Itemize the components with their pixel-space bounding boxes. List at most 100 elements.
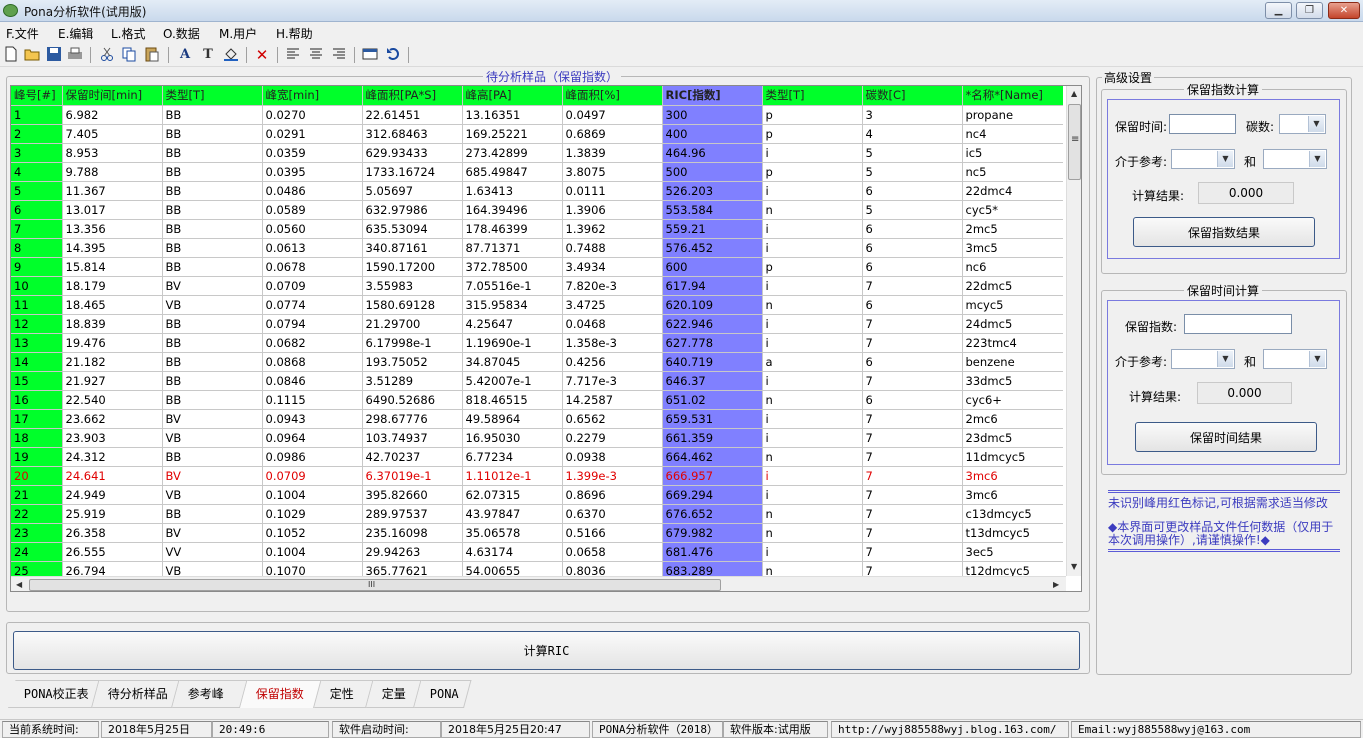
table-row[interactable]: 18 23.903 VB 0.0964 103.74937 16.95030 0.2279 6… [11,428,1063,448]
table-cell[interactable]: 22.61451 [362,105,463,125]
fill-color-icon[interactable] [222,46,240,64]
table-cell[interactable]: 13.017 [62,200,163,220]
table-cell[interactable]: 298.67776 [362,409,463,429]
font-icon[interactable]: A [176,46,194,64]
table-cell[interactable]: 7 [862,542,963,562]
peak-number-cell[interactable]: 17 [11,409,63,429]
table-cell[interactable]: 632.97986 [362,200,463,220]
menu-help[interactable]: H.帮助 [276,25,313,42]
table-cell[interactable]: BB [162,143,263,163]
table-cell[interactable]: n [762,447,863,467]
peak-number-cell[interactable]: 25 [11,561,63,576]
ri-ref-select-2[interactable]: ▼ [1263,149,1327,169]
align-right-icon[interactable] [330,46,348,64]
column-header[interactable]: 类型[T] [162,86,263,106]
copy-icon[interactable] [120,46,138,64]
table-cell[interactable]: 683.289 [662,561,763,576]
table-row[interactable]: 12 18.839 BB 0.0794 21.29700 4.25647 0.0468 622… [11,314,1063,334]
ri-input[interactable] [1184,314,1292,334]
table-cell[interactable]: 7 [862,314,963,334]
table-cell[interactable]: 5 [862,162,963,182]
table-cell[interactable]: 0.8036 [562,561,663,576]
peak-number-cell[interactable]: 12 [11,314,63,334]
table-cell[interactable]: 1.3906 [562,200,663,220]
table-cell[interactable]: 0.0658 [562,542,663,562]
save-icon[interactable] [45,46,63,64]
table-cell[interactable]: 0.1004 [262,485,363,505]
table-cell[interactable]: 3ec5 [962,542,1063,562]
table-cell[interactable]: 559.21 [662,219,763,239]
table-cell[interactable]: 7.717e-3 [562,371,663,391]
column-header[interactable]: 峰高[PA] [462,86,563,106]
table-cell[interactable]: 2mc6 [962,409,1063,429]
table-row[interactable]: 8 14.395 BB 0.0613 340.87161 87.71371 0.7488 57… [11,238,1063,258]
peak-number-cell[interactable]: 21 [11,485,63,505]
minimize-button[interactable]: ▁ [1265,2,1292,19]
table-cell[interactable]: 1.358e-3 [562,333,663,353]
table-cell[interactable]: 340.87161 [362,238,463,258]
tab-qualitative[interactable]: 定性 [314,680,374,708]
table-cell[interactable]: i [762,143,863,163]
table-cell[interactable]: 9.788 [62,162,163,182]
paste-icon[interactable] [143,46,161,64]
table-cell[interactable]: 15.814 [62,257,163,277]
table-cell[interactable]: 24.641 [62,466,163,486]
table-cell[interactable]: 635.53094 [362,219,463,239]
table-cell[interactable]: 6 [862,295,963,315]
table-cell[interactable]: 1580.69128 [362,295,463,315]
table-cell[interactable]: 7.820e-3 [562,276,663,296]
table-cell[interactable]: VB [162,295,263,315]
table-row[interactable]: 10 18.179 BV 0.0709 3.55983 7.05516e-1 7.820e-… [11,276,1063,296]
table-cell[interactable]: 0.0986 [262,447,363,467]
table-cell[interactable]: VB [162,428,263,448]
table-cell[interactable]: 18.465 [62,295,163,315]
table-cell[interactable]: 273.42899 [462,143,563,163]
column-header[interactable]: 类型[T] [762,86,863,106]
column-header[interactable]: RIC[指数] [662,86,763,106]
table-cell[interactable]: n [762,504,863,524]
table-cell[interactable]: 0.1004 [262,542,363,562]
table-cell[interactable]: nc6 [962,257,1063,277]
table-cell[interactable]: 25.919 [62,504,163,524]
table-cell[interactable]: BB [162,257,263,277]
table-cell[interactable]: 3.8075 [562,162,663,182]
maximize-button[interactable]: ❐ [1296,2,1323,19]
table-cell[interactable]: 659.531 [662,409,763,429]
table-cell[interactable]: 0.0964 [262,428,363,448]
table-cell[interactable]: 0.0589 [262,200,363,220]
menu-format[interactable]: L.格式 [111,25,146,42]
table-cell[interactable]: 500 [662,162,763,182]
column-header[interactable]: 峰宽[min] [262,86,363,106]
table-row[interactable]: 5 11.367 BB 0.0486 5.05697 1.63413 0.0111 526.2… [11,181,1063,201]
ri-ref-select-1[interactable]: ▼ [1171,149,1235,169]
table-cell[interactable]: BV [162,523,263,543]
horizontal-scroll-thumb[interactable]: III [29,579,721,591]
peak-number-cell[interactable]: 9 [11,257,63,277]
table-cell[interactable]: mcyc5 [962,295,1063,315]
table-cell[interactable]: 4 [862,124,963,144]
table-cell[interactable]: BB [162,162,263,182]
table-cell[interactable]: 0.0709 [262,276,363,296]
peak-number-cell[interactable]: 15 [11,371,63,391]
scroll-up-icon[interactable]: ▲ [1071,89,1077,98]
table-cell[interactable]: t13dmcyc5 [962,523,1063,543]
table-cell[interactable]: ic5 [962,143,1063,163]
table-cell[interactable]: 3mc6 [962,485,1063,505]
table-cell[interactable]: 3.51289 [362,371,463,391]
print-icon[interactable] [66,46,84,64]
table-cell[interactable]: 0.0682 [262,333,363,353]
table-cell[interactable]: 1733.16724 [362,162,463,182]
table-cell[interactable]: i [762,276,863,296]
table-cell[interactable]: 300 [662,105,763,125]
undo-icon[interactable] [384,46,402,64]
table-cell[interactable]: 0.6869 [562,124,663,144]
tab-pona-calibration[interactable]: PONA校正表 [8,680,100,708]
table-cell[interactable]: i [762,466,863,486]
table-cell[interactable]: 6 [862,257,963,277]
table-cell[interactable]: VV [162,542,263,562]
table-row[interactable]: 16 22.540 BB 0.1115 6490.52686 818.46515 14.25… [11,390,1063,410]
table-row[interactable]: 11 18.465 VB 0.0774 1580.69128 315.95834 3.472… [11,295,1063,315]
table-cell[interactable]: 0.0111 [562,181,663,201]
table-cell[interactable]: p [762,124,863,144]
table-cell[interactable]: 6 [862,390,963,410]
